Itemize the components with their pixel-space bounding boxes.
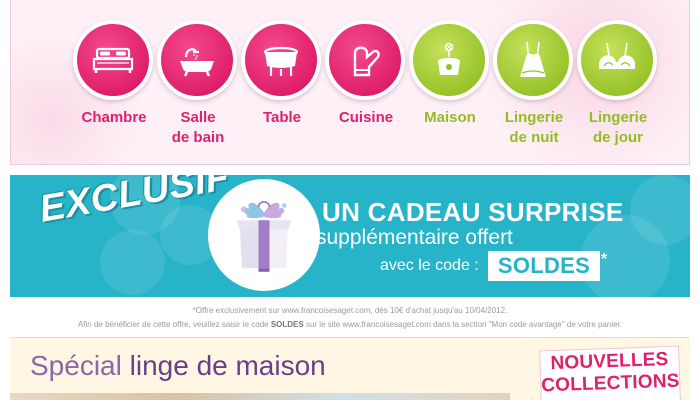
category-strip: Chambre Salle de bain Table Cuisine Mais…	[10, 0, 690, 165]
special-title-strong: linge de maison	[129, 350, 326, 381]
background-shape	[100, 230, 165, 295]
category-maison[interactable]: Maison	[409, 0, 491, 160]
category-lingerie-de-jour-circle	[577, 20, 657, 100]
nightgown-icon	[520, 41, 546, 77]
promo-code: SOLDES	[488, 251, 600, 281]
gift-circle	[208, 179, 320, 291]
promo-code-label: avec le code :	[380, 257, 479, 274]
special-section[interactable]: Spécial linge de maison NOUVELLES COLLEC…	[10, 337, 690, 400]
category-maison-circle	[409, 20, 489, 100]
promo-subheadline: supplémentaire offert	[316, 226, 513, 249]
bathtub-icon	[180, 48, 214, 77]
category-table-circle	[241, 20, 321, 100]
bra-icon	[599, 42, 635, 69]
category-lingerie-de-nuit-circle	[493, 20, 573, 100]
promo-headline: UN CADEAU SURPRISE	[322, 197, 624, 227]
category-salle-de-bain-circle	[157, 20, 237, 100]
disclaimer-code: SOLDES	[270, 320, 304, 329]
badge-line-2: COLLECTIONS	[540, 370, 680, 397]
product-photo	[10, 393, 510, 400]
category-lingerie-de-nuit[interactable]: Lingerie de nuit	[493, 0, 575, 160]
candle-icon	[438, 42, 460, 75]
category-label: Lingerie de jour	[588, 109, 648, 146]
special-title: Spécial linge de maison	[30, 350, 326, 382]
disclaimer-line-2: Afin de bénéficier de cette offre, veuil…	[0, 320, 700, 330]
category-table[interactable]: Table	[241, 0, 323, 160]
disclaimer-prefix: Afin de bénéficier de cette offre, veuil…	[77, 320, 271, 329]
category-salle-de-bain[interactable]: Salle de bain	[157, 0, 239, 160]
category-cuisine[interactable]: Cuisine	[325, 0, 407, 160]
oven-mitt-icon	[353, 46, 380, 77]
category-chambre-circle	[73, 20, 153, 100]
category-lingerie-de-jour[interactable]: Lingerie de jour	[577, 0, 659, 160]
bed-icon	[92, 47, 134, 73]
disclaimer-line-1: *Offre exclusivement sur www.francoisesa…	[192, 306, 508, 315]
nouvelles-collections-badge[interactable]: NOUVELLES COLLECTIONS	[539, 345, 681, 400]
gift-icon	[236, 200, 292, 272]
disclaimer-suffix: sur le site www.francoisesaget.com dans …	[303, 320, 623, 329]
promo-banner[interactable]: EXCLUSIF UN CADEAU SURPRISE supplémentai…	[10, 175, 690, 297]
special-title-light: Spécial	[30, 350, 122, 381]
promo-asterisk: *	[601, 251, 608, 268]
category-chambre[interactable]: Chambre	[73, 0, 155, 160]
category-cuisine-circle	[325, 20, 405, 100]
table-icon	[263, 46, 299, 76]
